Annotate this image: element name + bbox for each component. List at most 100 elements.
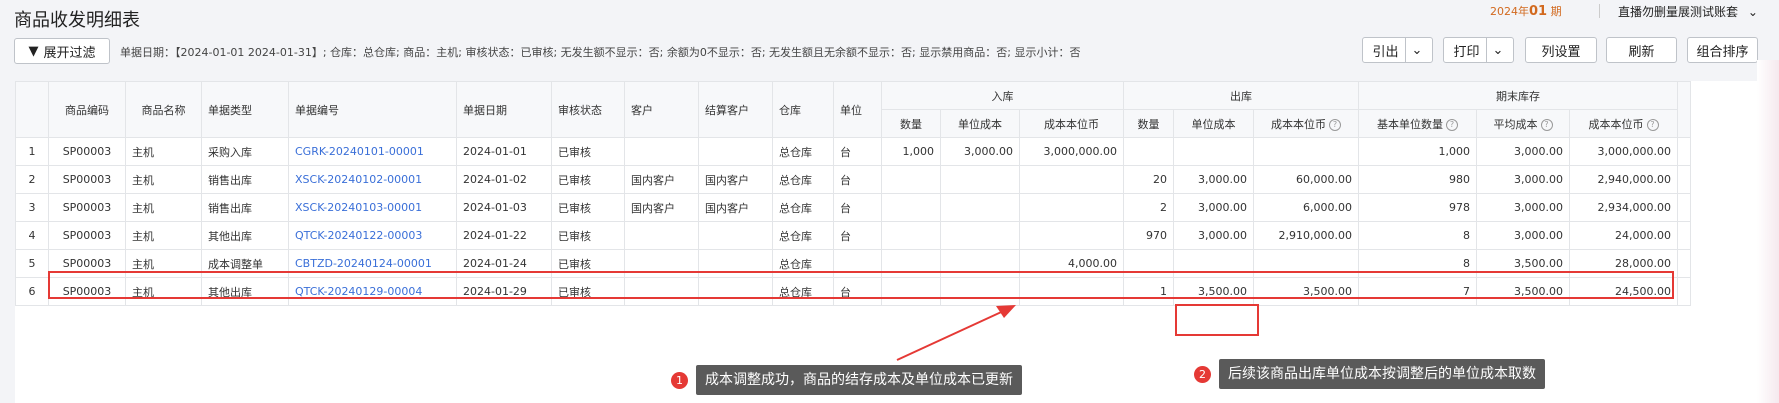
col-group-end: 期末库存 (1358, 81, 1678, 110)
doc-no-link[interactable]: XSCK-20240102-00001 (295, 173, 422, 186)
doc-no-link[interactable]: CBTZD-20240124-00001 (295, 257, 432, 270)
cell-out-uc: 3,000.00 (1173, 221, 1254, 250)
doc-no-link[interactable]: XSCK-20240103-00001 (295, 201, 422, 214)
highlight-row-5 (48, 271, 1674, 299)
col-header-customer[interactable]: 客户 (624, 81, 699, 138)
cell-date: 2024-01-22 (456, 221, 552, 250)
col-header-out-qty[interactable]: 数量 (1123, 109, 1174, 138)
cell-in-uc (940, 165, 1020, 194)
cell-in-qty (881, 193, 941, 222)
table-row[interactable]: 1 SP00003 主机 采购入库 CGRK-20240101-00001 2024-01… (15, 137, 1691, 166)
cell-unit: 台 (833, 193, 882, 222)
column-settings-button[interactable]: 列设置 (1525, 37, 1597, 63)
cell-cust (624, 137, 699, 166)
expand-filter-button[interactable]: ▼ 展开过滤 (14, 38, 110, 64)
col-header-doc-type[interactable]: 单据类型 (201, 81, 289, 138)
cell-type: 销售出库 (201, 165, 289, 194)
col-header-product-name[interactable]: 商品名称 (125, 81, 202, 138)
cell-in-qty: 1,000 (881, 137, 941, 166)
help-icon[interactable]: ? (1540, 118, 1553, 131)
cell-end-avg: 3,000.00 (1476, 137, 1570, 166)
end-cost-label: 成本本位币 (1588, 117, 1644, 131)
cell-filler (1677, 277, 1691, 306)
cell-type: 其他出库 (201, 221, 289, 250)
export-button[interactable]: 引出 ⌄ (1362, 37, 1433, 63)
top-bar: 商品收发明细表 2024年01 期 直播勿删量展测试账套 ⌄ ▼ 展开过滤 单据… (0, 0, 1779, 72)
cell-name: 主机 (125, 137, 202, 166)
cell-out-uc: 3,000.00 (1173, 193, 1254, 222)
cell-no[interactable]: CGRK-20240101-00001 (288, 137, 457, 166)
account-selector[interactable]: 直播勿删量展测试账套 ⌄ (1618, 3, 1758, 20)
cell-filler (1677, 193, 1691, 222)
callout-badge-1: 1 (671, 372, 688, 389)
cell-in-uc (940, 193, 1020, 222)
cell-end-cost: 2,934,000.00 (1569, 193, 1678, 222)
col-header-out-unit-cost[interactable]: 单位成本 (1173, 109, 1254, 138)
doc-no-link[interactable]: CGRK-20240101-00001 (295, 145, 424, 158)
col-header-doc-no[interactable]: 单据编号 (288, 81, 457, 138)
cell-filler (1677, 249, 1691, 278)
cell-out-cost: 2,910,000.00 (1253, 221, 1359, 250)
refresh-button[interactable]: 刷新 (1606, 37, 1677, 63)
doc-no-link[interactable]: QTCK-20240122-00003 (295, 229, 422, 242)
cell-name: 主机 (125, 193, 202, 222)
col-header-in-unit-cost[interactable]: 单位成本 (940, 109, 1020, 138)
export-label: 引出 (1372, 44, 1399, 60)
chevron-down-icon: ⌄ (1747, 5, 1758, 19)
callout-tip-2: 后续该商品出库单位成本按调整后的单位成本取数 (1219, 359, 1545, 389)
period-month: 01 (1529, 4, 1548, 19)
table-row[interactable]: 3 SP00003 主机 销售出库 XSCK-20240103-00001 2024-01… (15, 193, 1691, 222)
print-button[interactable]: 打印 ⌄ (1443, 37, 1514, 63)
cell-end-qty: 8 (1358, 221, 1477, 250)
cell-in-cost (1019, 221, 1124, 250)
col-header-unit[interactable]: 单位 (833, 81, 882, 138)
col-header-in-qty[interactable]: 数量 (881, 109, 941, 138)
divider (1485, 38, 1487, 62)
cell-filler (1677, 165, 1691, 194)
cell-n: 1 (15, 137, 49, 166)
cell-cust: 国内客户 (624, 165, 699, 194)
col-header-end-avg-cost[interactable]: 平均成本? (1476, 109, 1570, 138)
cell-out-qty: 970 (1123, 221, 1174, 250)
period-indicator[interactable]: 2024年01 期 (1490, 3, 1562, 19)
col-header-product-code[interactable]: 商品编码 (48, 81, 126, 138)
col-header-audit-status[interactable]: 审核状态 (551, 81, 625, 138)
cell-status: 已审核 (551, 193, 625, 222)
cell-cust: 国内客户 (624, 193, 699, 222)
col-header-out-cost[interactable]: 成本本位币? (1253, 109, 1359, 138)
help-icon[interactable]: ? (1329, 118, 1341, 131)
cell-n: 4 (15, 221, 49, 250)
filter-icon: ▼ (28, 43, 39, 59)
cell-settle: 国内客户 (698, 193, 773, 222)
cell-no[interactable]: XSCK-20240103-00001 (288, 193, 457, 222)
col-header-warehouse[interactable]: 仓库 (772, 81, 834, 138)
cell-filler (1677, 137, 1691, 166)
out-cost-label: 成本本位币 (1271, 117, 1326, 131)
cell-end-qty: 980 (1358, 165, 1477, 194)
cell-in-cost (1019, 165, 1124, 194)
col-header-end-qty[interactable]: 基本单位数量? (1358, 109, 1477, 138)
filter-summary: 单据日期：【2024-01-01 2024-01-31】; 仓库：总仓库; 商品… (120, 46, 1081, 59)
col-header-settle-customer[interactable]: 结算客户 (698, 81, 773, 138)
cell-no[interactable]: XSCK-20240102-00001 (288, 165, 457, 194)
cell-out-qty (1123, 137, 1174, 166)
help-icon[interactable]: ? (1446, 118, 1458, 131)
table-row[interactable]: 2 SP00003 主机 销售出库 XSCK-20240102-00001 2024-01… (15, 165, 1691, 194)
help-icon[interactable]: ? (1646, 118, 1659, 131)
col-header-in-cost[interactable]: 成本本位币 (1019, 109, 1124, 138)
table-row[interactable]: 4 SP00003 主机 其他出库 QTCK-20240122-00003 2024-01… (15, 221, 1691, 250)
cell-no[interactable]: QTCK-20240122-00003 (288, 221, 457, 250)
cell-out-cost: 60,000.00 (1253, 165, 1359, 194)
cell-status: 已审核 (551, 137, 625, 166)
combo-sort-button[interactable]: 组合排序 (1687, 37, 1758, 63)
cell-in-qty (881, 165, 941, 194)
cell-in-qty (881, 221, 941, 250)
col-header-end-cost[interactable]: 成本本位币? (1569, 109, 1678, 138)
cell-unit: 台 (833, 165, 882, 194)
col-group-in: 入库 (881, 81, 1124, 110)
period-year: 2024年 (1490, 5, 1529, 18)
cell-end-qty: 1,000 (1358, 137, 1477, 166)
col-header-doc-date[interactable]: 单据日期 (456, 81, 552, 138)
cell-in-uc: 3,000.00 (940, 137, 1020, 166)
cell-in-cost: 3,000,000.00 (1019, 137, 1124, 166)
